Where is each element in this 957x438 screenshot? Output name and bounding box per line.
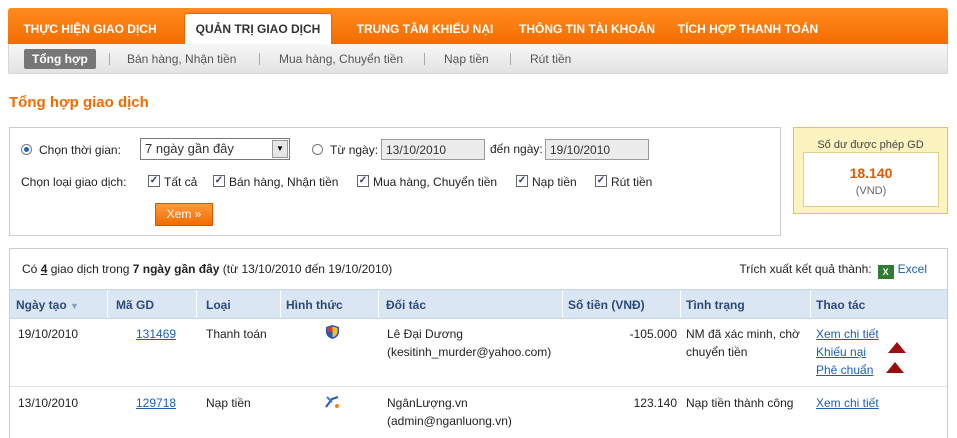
partner-name: NgânLượng.vn [387, 396, 468, 410]
period-radio[interactable] [21, 144, 32, 155]
row-id-link[interactable]: 131469 [136, 325, 176, 343]
col-type[interactable]: Loại [206, 298, 231, 312]
subtab-nap-tien[interactable]: Nạp tiền [444, 49, 489, 69]
view-detail-link[interactable]: Xem chi tiết [816, 325, 879, 343]
complaint-link[interactable]: Khiếu nại [816, 343, 866, 361]
balance-currency: (VND) [855, 185, 887, 197]
excel-icon[interactable]: X [877, 265, 894, 279]
divider [810, 290, 811, 318]
subtab-mua-hang[interactable]: Mua hàng, Chuyển tiền [279, 49, 403, 69]
row-date: 13/10/2010 [18, 396, 79, 410]
col-partner[interactable]: Đối tác [386, 298, 426, 312]
col-date[interactable]: Ngày tạo ▼ [16, 298, 79, 312]
type-deposit-label: Nạp tiền [532, 175, 577, 189]
row-amount: 123.140 [633, 396, 677, 410]
balance-box: Số dư được phép GD 18.140 (VND) [793, 127, 948, 214]
row-status-cont: chuyển tiền [686, 345, 748, 359]
subtab-ban-hang[interactable]: Bán hàng, Nhận tiền [127, 49, 236, 69]
checkbox-rut-tien[interactable]: ✓ [595, 175, 607, 187]
type-withdraw-label: Rút tiền [611, 175, 653, 189]
divider [510, 53, 511, 65]
row-amount: -105.000 [629, 327, 677, 341]
row-status: Nạp tiền thành công [686, 396, 794, 410]
col-id[interactable]: Mã GD [116, 298, 154, 312]
subtab-rut-tien[interactable]: Rút tiền [530, 49, 571, 69]
view-detail-link[interactable]: Xem chi tiết [816, 394, 879, 412]
row-date: 19/10/2010 [18, 327, 79, 341]
balance-title: Số dư được phép GD [817, 139, 924, 151]
to-date-label: đến ngày: [490, 142, 543, 156]
period-select[interactable]: 7 ngày gần đây ▼ [140, 138, 290, 160]
tab-thuc-hien-giao-dich[interactable]: THỰC HIỆN GIAO DỊCH [20, 14, 160, 44]
divider [196, 290, 197, 318]
subtab-tong-hop[interactable]: Tổng hợp [24, 49, 96, 69]
col-method[interactable]: Hình thức [286, 298, 343, 312]
main-nav: THỰC HIỆN GIAO DỊCH QUẢN TRỊ GIAO DỊCH T… [8, 8, 948, 44]
checkbox-nap-tien[interactable]: ✓ [516, 175, 528, 187]
results-summary: Có 4 giao dịch trong 7 ngày gần đây (từ … [22, 262, 393, 276]
date-range-radio[interactable] [312, 144, 323, 155]
row-type: Nạp tiền [206, 396, 251, 410]
partner-email: (kesitinh_murder@yahoo.com) [387, 345, 552, 359]
tab-trung-tam-khieu-nai[interactable]: TRUNG TÂM KHIẾU NẠI [342, 14, 508, 44]
divider [280, 290, 281, 318]
col-status[interactable]: Tình trạng [686, 298, 745, 312]
divider [378, 290, 379, 318]
shield-icon [326, 325, 339, 344]
arrow-up-icon [886, 362, 904, 373]
type-all-label: Tất cả [164, 175, 198, 189]
checkbox-mua-hang[interactable]: ✓ [357, 175, 369, 187]
table-header: Ngày tạo ▼ Mã GD Loại Hình thức Đối tác … [10, 289, 947, 319]
sub-nav: Tổng hợp Bán hàng, Nhận tiền Mua hàng, C… [8, 44, 948, 74]
row-status: NM đã xác minh, chờ [686, 327, 800, 341]
balance-inner: 18.140 (VND) [803, 152, 939, 207]
period-select-value: 7 ngày gần đây [145, 141, 234, 156]
export-area: Trích xuất kết quả thành: X Excel [739, 262, 927, 279]
table-row: 19/10/2010 131469 Thanh toán Lê Đại Dươn… [10, 319, 947, 387]
table-row: 13/10/2010 129718 Nạp tiền NgânLượng.vn … [10, 387, 947, 438]
tab-quan-tri-giao-dich[interactable]: QUẢN TRỊ GIAO DỊCH [184, 13, 332, 44]
approve-link[interactable]: Phê chuẩn [816, 361, 873, 379]
divider [680, 290, 681, 318]
type-sell-label: Bán hàng, Nhận tiền [229, 175, 339, 189]
tab-thong-tin-tai-khoan[interactable]: THÔNG TIN TÀI KHOẢN [511, 14, 663, 44]
chevron-down-icon: ▼ [272, 140, 288, 158]
results-panel: Có 4 giao dịch trong 7 ngày gần đây (từ … [9, 248, 948, 438]
result-period: 7 ngày gần đây [132, 262, 220, 276]
to-date-input[interactable]: 19/10/2010 [545, 139, 649, 160]
balance-amount: 18.140 [849, 165, 893, 181]
export-label: Trích xuất kết quả thành: [739, 262, 872, 276]
from-date-input[interactable]: 13/10/2010 [381, 139, 485, 160]
row-id-link[interactable]: 129718 [136, 394, 176, 412]
period-label: Chọn thời gian: [39, 143, 121, 157]
checkbox-tat-ca[interactable]: ✓ [148, 175, 160, 187]
tab-tich-hop-thanh-toan[interactable]: TÍCH HỢP THANH TOÁN [674, 14, 822, 44]
type-buy-label: Mua hàng, Chuyển tiền [373, 175, 498, 189]
view-button[interactable]: Xem » [155, 203, 213, 226]
divider [424, 53, 425, 65]
divider [562, 290, 563, 318]
divider [259, 53, 260, 65]
partner-name: Lê Đại Dương [387, 327, 463, 341]
page-title: Tổng hợp giao dịch [9, 94, 149, 111]
row-type: Thanh toán [206, 327, 267, 341]
export-excel-link[interactable]: Excel [898, 262, 927, 276]
col-actions: Thao tác [816, 298, 866, 312]
sort-down-icon: ▼ [70, 301, 79, 311]
checkbox-ban-hang[interactable]: ✓ [213, 175, 225, 187]
partner-email: (admin@nganluong.vn) [387, 414, 512, 428]
divider [107, 290, 108, 318]
type-label: Chọn loại giao dịch: [21, 175, 127, 189]
divider [109, 53, 110, 65]
arrow-up-icon [888, 342, 906, 353]
nganluong-icon [324, 394, 340, 415]
from-date-label: Từ ngày: [330, 143, 379, 157]
filter-panel: Chọn thời gian: 7 ngày gần đây ▼ Từ ngày… [9, 127, 781, 236]
col-amount[interactable]: Số tiền (VNĐ) [568, 298, 645, 312]
